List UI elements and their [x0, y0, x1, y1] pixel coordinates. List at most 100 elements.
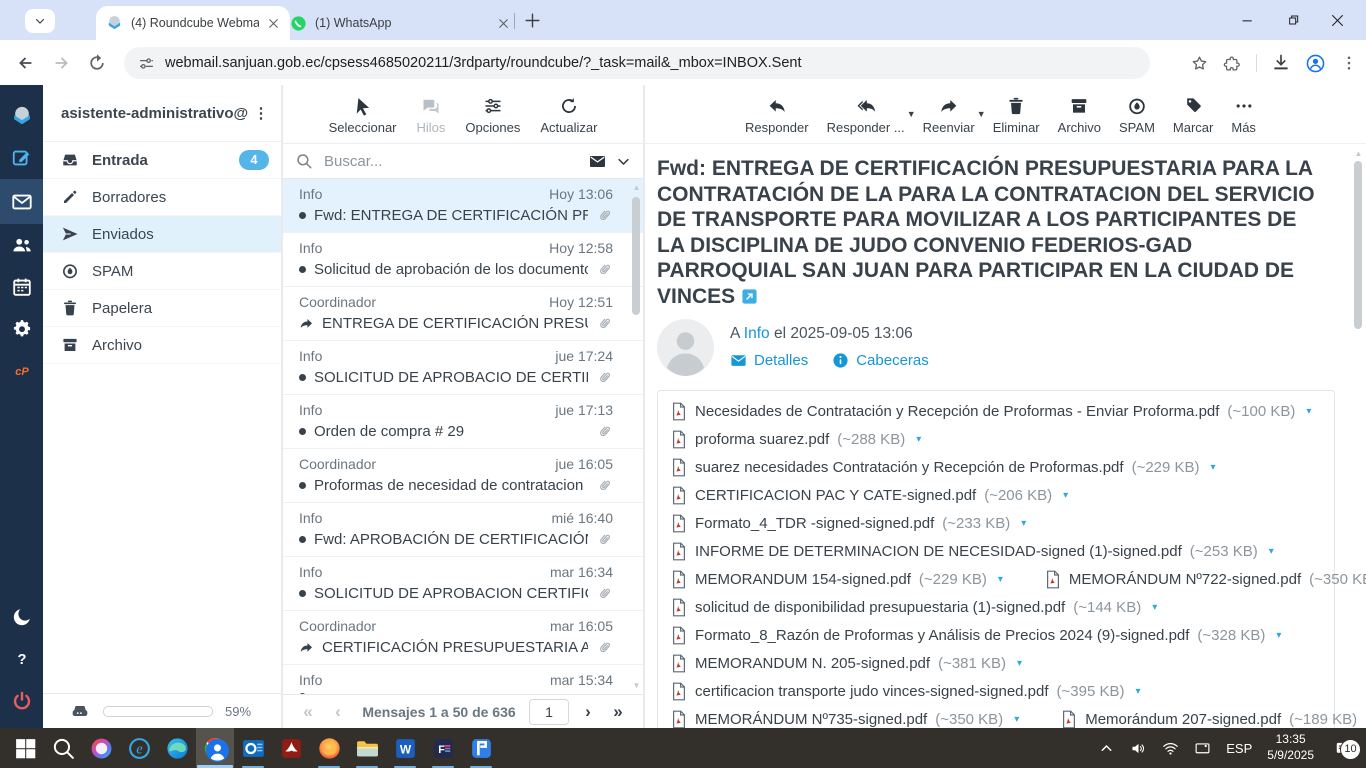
reload-button[interactable] — [84, 50, 110, 76]
mail-scrollbar[interactable]: ▲ — [1353, 149, 1364, 728]
site-info-icon[interactable] — [138, 55, 155, 72]
minimize-window-button[interactable] — [1225, 0, 1270, 40]
list-scrollbar[interactable]: ▲ ▼ — [631, 183, 642, 690]
delete-button[interactable]: Eliminar — [993, 96, 1040, 143]
tab-search-button[interactable] — [25, 9, 55, 33]
first-page-button[interactable]: « — [293, 702, 323, 722]
message-row[interactable]: InfoHoy 13:06Fwd: ENTREGA DE CERTIFICACI… — [283, 179, 643, 233]
taskbar-start[interactable] — [6, 728, 44, 768]
reply-all-button[interactable]: Responder ...▼ — [827, 96, 905, 143]
back-button[interactable] — [12, 50, 38, 76]
cpanel-nav[interactable]: cP — [0, 350, 43, 392]
message-row[interactable]: Infomar 15:34 — [283, 665, 643, 694]
attachment-item[interactable]: suarez necesidades Contratación y Recepc… — [671, 458, 1216, 477]
wifi-icon[interactable] — [1162, 740, 1179, 757]
recipient-link[interactable]: Info — [744, 325, 770, 342]
message-row[interactable]: Coordinadorjue 16:05Proformas de necesid… — [283, 449, 643, 503]
refresh-button[interactable]: Actualizar — [540, 96, 597, 143]
calendar-nav[interactable] — [0, 266, 43, 308]
attachment-menu-caret[interactable]: ▾ — [1152, 602, 1157, 613]
taskbar-chrome[interactable] — [196, 728, 234, 768]
last-page-button[interactable]: » — [603, 702, 633, 722]
mark-button[interactable]: Marcar — [1173, 96, 1213, 143]
dropdown-caret-icon[interactable]: ▼ — [977, 109, 986, 119]
attachment-menu-caret[interactable]: ▾ — [998, 574, 1003, 585]
attachment-item[interactable]: Formato_8_Razón de Proformas y Análisis … — [671, 626, 1281, 645]
taskbar-file-explorer[interactable] — [348, 728, 386, 768]
scrollbar-thumb[interactable] — [632, 197, 640, 315]
attachment-menu-caret[interactable]: ▾ — [1276, 630, 1281, 641]
sidebar-item-sent[interactable]: Enviados — [43, 216, 281, 253]
close-window-button[interactable] — [1315, 0, 1360, 40]
attachment-item[interactable]: certificacion transporte judo vinces-sig… — [671, 682, 1141, 701]
folder-menu-icon[interactable]: ⋮ — [249, 104, 273, 122]
attachment-menu-caret[interactable]: ▾ — [1063, 490, 1068, 501]
open-in-new-window-icon[interactable] — [741, 288, 758, 305]
tab-roundcube[interactable]: (4) Roundcube Webmail :: Envia — [96, 6, 290, 40]
sidebar-item-trash[interactable]: Papelera — [43, 290, 281, 327]
attachment-item[interactable]: MEMORANDUM N. 205-signed.pdf(~381 KB)▾ — [671, 654, 1022, 673]
scroll-up-icon[interactable]: ▲ — [1353, 149, 1364, 158]
restore-window-button[interactable] — [1270, 0, 1315, 40]
prev-page-button[interactable]: ‹ — [323, 702, 353, 722]
next-page-button[interactable]: › — [573, 702, 603, 722]
attachment-menu-caret[interactable]: ▾ — [1017, 658, 1022, 669]
attachment-item[interactable]: proforma suarez.pdf(~288 KB)▾ — [671, 430, 921, 449]
taskbar-acrobat[interactable] — [272, 728, 310, 768]
taskbar-search[interactable] — [44, 728, 82, 768]
contacts-nav[interactable] — [0, 224, 43, 266]
volume-icon[interactable] — [1130, 740, 1147, 757]
attachment-menu-caret[interactable]: ▾ — [1269, 546, 1274, 557]
sidebar-item-inbox[interactable]: Entrada4 — [43, 142, 281, 179]
headers-button[interactable]: Cabeceras — [832, 352, 929, 369]
search-scope-mail-icon[interactable] — [588, 152, 607, 171]
message-row[interactable]: Infomar 16:34SOLICITUD DE APROBACION CER… — [283, 557, 643, 611]
taskbar-firefox[interactable] — [310, 728, 348, 768]
more-button[interactable]: Más — [1231, 96, 1256, 143]
attachment-item[interactable]: MEMORÁNDUM Nº735-signed.pdf(~350 KB)▾ — [671, 710, 1019, 728]
archive-button[interactable]: Archivo — [1058, 96, 1101, 143]
dropdown-caret-icon[interactable]: ▼ — [907, 109, 916, 119]
attachment-menu-caret[interactable]: ▾ — [1211, 462, 1216, 473]
attachment-item[interactable]: CERTIFICACION PAC Y CATE-signed.pdf(~206… — [671, 486, 1068, 505]
sidebar-item-drafts[interactable]: Borradores — [43, 179, 281, 216]
taskbar-internet-explorer[interactable]: e — [120, 728, 158, 768]
bookmark-star-icon[interactable] — [1190, 54, 1209, 73]
tray-chevron-up-icon[interactable] — [1098, 740, 1115, 757]
attachment-item[interactable]: Necesidades de Contratación y Recepción … — [671, 402, 1311, 421]
meet-now-icon[interactable] — [1194, 740, 1211, 757]
options-button[interactable]: Opciones — [465, 96, 520, 143]
taskbar-edge[interactable] — [158, 728, 196, 768]
attachment-item[interactable]: MEMORANDUM 154-signed.pdf(~229 KB)▾ — [671, 570, 1003, 589]
message-row[interactable]: CoordinadorHoy 12:51ENTREGA DE CERTIFICA… — [283, 287, 643, 341]
taskbar-app-f-dark[interactable]: F — [424, 728, 462, 768]
message-row[interactable]: Infojue 17:24SOLICITUD DE APROBACIO DE C… — [283, 341, 643, 395]
attachment-item[interactable]: MEMORÁNDUM Nº722-signed.pdf(~350 KB)▾ — [1045, 570, 1366, 589]
settings-nav[interactable] — [0, 308, 43, 350]
attachment-menu-caret[interactable]: ▾ — [1021, 518, 1026, 529]
sidebar-item-spam[interactable]: SPAM — [43, 253, 281, 290]
search-input[interactable] — [322, 152, 579, 171]
details-button[interactable]: Detalles — [730, 352, 808, 369]
forward-button[interactable]: Reenviar▼ — [923, 96, 975, 143]
tab-whatsapp[interactable]: (1) WhatsApp — [280, 6, 520, 40]
attachment-item[interactable]: Memorándum 207-signed.pdf(~189 KB)▾ — [1061, 710, 1366, 728]
logout-button[interactable] — [0, 680, 43, 722]
message-row[interactable]: Coordinadormar 16:05CERTIFICACIÓN PRESUP… — [283, 611, 643, 665]
message-row[interactable]: Infojue 17:13Orden de compra # 29 — [283, 395, 643, 449]
reply-button[interactable]: Responder — [745, 96, 809, 143]
message-row[interactable]: Infomié 16:40Fwd: APROBACIÓN DE CERTIFIC… — [283, 503, 643, 557]
address-bar[interactable]: webmail.sanjuan.gob.ec/cpsess4685020211/… — [124, 47, 1150, 79]
dark-mode-toggle[interactable] — [0, 596, 43, 638]
scroll-up-icon[interactable]: ▲ — [631, 183, 642, 192]
new-tab-button[interactable] — [522, 10, 542, 30]
attachment-menu-caret[interactable]: ▾ — [916, 434, 921, 445]
page-number-input[interactable]: 1 — [529, 699, 569, 725]
language-indicator[interactable]: ESP — [1226, 741, 1252, 756]
downloads-icon[interactable] — [1271, 53, 1291, 73]
attachment-item[interactable]: INFORME DE DETERMINACION DE NECESIDAD-si… — [671, 542, 1274, 561]
mail-nav[interactable] — [0, 179, 43, 224]
scrollbar-thumb[interactable] — [1354, 161, 1362, 329]
compose-button[interactable] — [0, 137, 43, 179]
browser-menu-icon[interactable] — [1340, 54, 1358, 72]
